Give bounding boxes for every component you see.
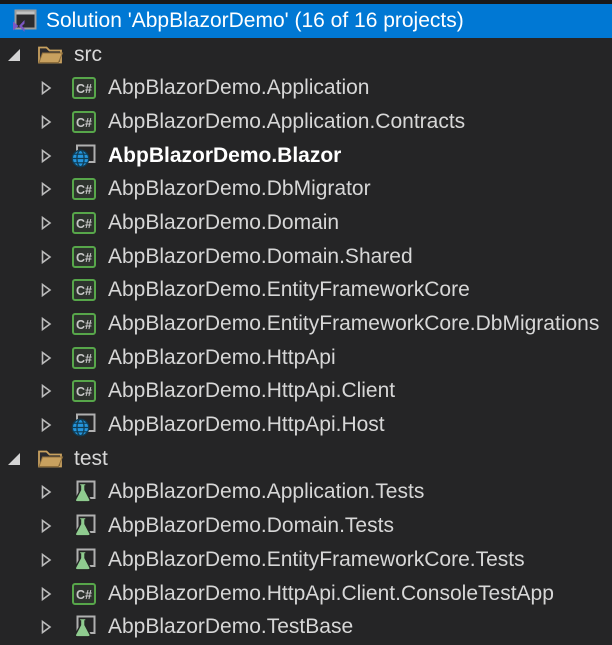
project-label: AbpBlazorDemo.HttpApi	[108, 346, 336, 370]
svg-text:C#: C#	[76, 318, 92, 332]
solution-explorer-tree: Solution 'AbpBlazorDemo' (16 of 16 proje…	[0, 0, 612, 645]
folder-node-test[interactable]: test	[0, 442, 612, 476]
project-node[interactable]: C# AbpBlazorDemo.DbMigrator	[0, 172, 612, 206]
solution-node[interactable]: Solution 'AbpBlazorDemo' (16 of 16 proje…	[0, 4, 612, 38]
project-label: AbpBlazorDemo.HttpApi.Host	[108, 413, 385, 437]
project-node[interactable]: C# AbpBlazorDemo.Domain.Shared	[0, 240, 612, 274]
project-node[interactable]: C# AbpBlazorDemo.Domain	[0, 206, 612, 240]
tree-collapsed-icon[interactable]	[38, 383, 54, 399]
project-node[interactable]: C# AbpBlazorDemo.HttpApi.Client	[0, 375, 612, 409]
folder-label: test	[74, 447, 108, 471]
project-label: AbpBlazorDemo.DbMigrator	[108, 177, 371, 201]
tree-collapsed-icon[interactable]	[38, 114, 54, 130]
project-node[interactable]: AbpBlazorDemo.Domain.Tests	[0, 509, 612, 543]
svg-text:C#: C#	[76, 352, 92, 366]
folder-node-src[interactable]: src	[0, 38, 612, 72]
project-label: AbpBlazorDemo.EntityFrameworkCore	[108, 278, 470, 302]
svg-text:C#: C#	[76, 217, 92, 231]
project-label: AbpBlazorDemo.EntityFrameworkCore.DbMigr…	[108, 312, 599, 336]
folder-open-icon	[36, 445, 64, 473]
svg-text:C#: C#	[76, 588, 92, 602]
tree-collapsed-icon[interactable]	[38, 552, 54, 568]
project-label: AbpBlazorDemo.Application.Tests	[108, 480, 424, 504]
project-label: AbpBlazorDemo.HttpApi.Client	[108, 379, 395, 403]
test-project-icon	[70, 546, 98, 574]
tree-collapsed-icon[interactable]	[38, 181, 54, 197]
test-project-icon	[70, 613, 98, 641]
tree-collapsed-icon[interactable]	[38, 484, 54, 500]
project-node[interactable]: AbpBlazorDemo.EntityFrameworkCore.Tests	[0, 543, 612, 577]
csharp-project-icon: C#	[70, 243, 98, 271]
tree-collapsed-icon[interactable]	[38, 417, 54, 433]
project-node[interactable]: AbpBlazorDemo.Blazor	[0, 139, 612, 173]
project-node[interactable]: C# AbpBlazorDemo.Application	[0, 71, 612, 105]
project-node[interactable]: C# AbpBlazorDemo.Application.Contracts	[0, 105, 612, 139]
svg-text:C#: C#	[76, 116, 92, 130]
tree-collapsed-icon[interactable]	[38, 148, 54, 164]
csharp-project-icon: C#	[70, 377, 98, 405]
tree-expanded-icon[interactable]	[6, 47, 22, 63]
tree-collapsed-icon[interactable]	[38, 80, 54, 96]
project-node[interactable]: AbpBlazorDemo.HttpApi.Host	[0, 408, 612, 442]
csharp-project-icon: C#	[70, 108, 98, 136]
project-node[interactable]: C# AbpBlazorDemo.EntityFrameworkCore	[0, 274, 612, 308]
project-label: AbpBlazorDemo.Domain.Shared	[108, 245, 413, 269]
folder-label: src	[74, 43, 102, 67]
test-project-icon	[70, 512, 98, 540]
tree-collapsed-icon[interactable]	[38, 586, 54, 602]
tree-collapsed-icon[interactable]	[38, 619, 54, 635]
project-label: AbpBlazorDemo.Domain.Tests	[108, 514, 394, 538]
csharp-project-icon: C#	[70, 344, 98, 372]
project-node[interactable]: C# AbpBlazorDemo.HttpApi.Client.ConsoleTe…	[0, 577, 612, 611]
project-label: AbpBlazorDemo.Blazor	[108, 144, 341, 168]
solution-label: Solution 'AbpBlazorDemo' (16 of 16 proje…	[46, 9, 464, 33]
project-node[interactable]: AbpBlazorDemo.TestBase	[0, 610, 612, 644]
project-label: AbpBlazorDemo.Domain	[108, 211, 339, 235]
project-label: AbpBlazorDemo.HttpApi.Client.ConsoleTest…	[108, 582, 554, 606]
folder-open-icon	[36, 41, 64, 69]
project-tree: src C# AbpBlazorDemo.Application C# AbpBlazo…	[0, 38, 612, 644]
csharp-project-icon: C#	[70, 276, 98, 304]
project-node[interactable]: AbpBlazorDemo.Application.Tests	[0, 476, 612, 510]
svg-text:C#: C#	[76, 82, 92, 96]
tree-collapsed-icon[interactable]	[38, 282, 54, 298]
tree-collapsed-icon[interactable]	[38, 249, 54, 265]
csharp-project-icon: C#	[70, 74, 98, 102]
tree-collapsed-icon[interactable]	[38, 350, 54, 366]
tree-collapsed-icon[interactable]	[38, 518, 54, 534]
web-project-icon	[70, 411, 98, 439]
csharp-project-icon: C#	[70, 209, 98, 237]
project-node[interactable]: C# AbpBlazorDemo.EntityFrameworkCore.DbMi…	[0, 307, 612, 341]
project-label: AbpBlazorDemo.Application	[108, 76, 369, 100]
project-label: AbpBlazorDemo.EntityFrameworkCore.Tests	[108, 548, 525, 572]
svg-text:C#: C#	[76, 183, 92, 197]
project-node[interactable]: C# AbpBlazorDemo.HttpApi	[0, 341, 612, 375]
tree-collapsed-icon[interactable]	[38, 215, 54, 231]
svg-text:C#: C#	[76, 251, 92, 265]
svg-text:C#: C#	[76, 284, 92, 298]
csharp-project-icon: C#	[70, 310, 98, 338]
csharp-project-icon: C#	[70, 580, 98, 608]
tree-expanded-icon[interactable]	[6, 451, 22, 467]
project-label: AbpBlazorDemo.TestBase	[108, 615, 353, 639]
test-project-icon	[70, 478, 98, 506]
csharp-project-icon: C#	[70, 175, 98, 203]
project-label: AbpBlazorDemo.Application.Contracts	[108, 110, 465, 134]
web-project-icon	[70, 142, 98, 170]
visual-studio-solution-icon	[10, 7, 38, 35]
svg-text:C#: C#	[76, 385, 92, 399]
tree-collapsed-icon[interactable]	[38, 316, 54, 332]
